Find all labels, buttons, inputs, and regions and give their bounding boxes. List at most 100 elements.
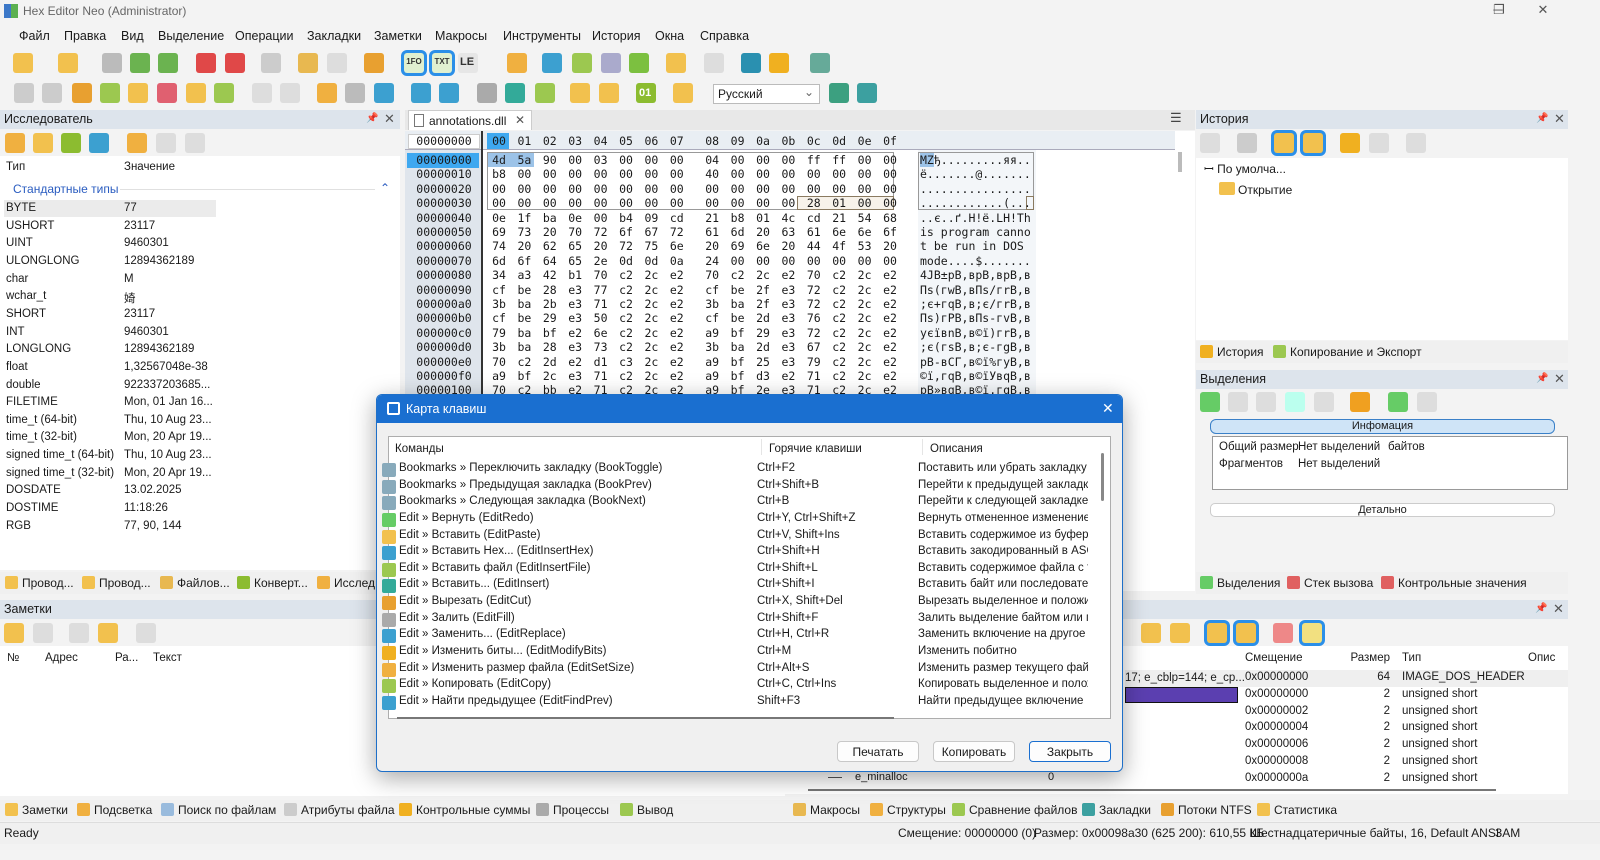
hex-byte[interactable]: 00 [855,254,875,268]
close-window-button[interactable]: ✕ [1528,2,1558,20]
hex-byte[interactable]: 0d [616,254,636,268]
shortcut-row[interactable]: Edit » Заменить... (EditReplace) Ctrl+H, … [382,628,1092,644]
hex-byte[interactable]: ba [514,340,534,354]
insert-icon[interactable] [186,83,206,103]
hex-byte[interactable]: 00 [591,196,611,210]
shortcut-row[interactable]: Edit » Вставить Hex... (EditInsertHex) Ct… [382,545,1092,561]
cut-disabled-icon[interactable] [252,83,272,103]
hex-byte[interactable]: 29 [753,326,773,340]
hex-byte[interactable]: 2c [855,268,875,282]
explorer-hex-icon[interactable] [89,133,109,153]
hex-byte[interactable]: 70 [565,225,585,239]
hex-byte[interactable]: 71 [591,369,611,383]
hex-byte[interactable]: c2 [616,326,636,340]
hex-byte[interactable]: e2 [778,268,798,282]
ascii-text[interactable]: MZђ.........яя.. [920,153,1031,167]
hex-byte[interactable]: 72 [591,225,611,239]
hex-byte[interactable]: 00 [855,182,875,196]
close-all-icon[interactable] [225,53,245,73]
bottom-left-tab[interactable]: Процессы [536,803,609,817]
hex-byte[interactable]: e2 [667,369,687,383]
sel-export-icon[interactable] [1417,392,1437,412]
hex-byte[interactable]: 00 [616,196,636,210]
hex-byte[interactable]: e2 [778,369,798,383]
ascii-text[interactable]: ё.......@....... [920,167,1031,181]
ascii-text[interactable]: mode....$....... [920,254,1031,268]
hex-byte[interactable]: ff [829,153,849,167]
bottom-left-tab[interactable]: Вывод [620,803,673,817]
hex-byte[interactable]: 6e [591,326,611,340]
hex-byte[interactable]: 00 [728,182,748,196]
hex-byte[interactable]: 00 [591,167,611,181]
hex-byte[interactable]: a9 [702,355,722,369]
plugin-icon[interactable] [629,53,649,73]
struct-2-icon[interactable] [1170,623,1190,643]
menu-11[interactable]: Справка [700,29,749,43]
selections-tab[interactable]: Контрольные значения [1381,576,1527,590]
hex-byte[interactable]: 2d [753,311,773,325]
hex-byte[interactable]: 3b [489,340,509,354]
hex-byte[interactable]: 72 [804,283,824,297]
hex-byte[interactable]: c2 [728,268,748,282]
detail-group[interactable]: Детально [1210,503,1555,517]
notes-col-address[interactable]: Адрес [45,652,78,664]
hex-byte[interactable]: 04 [702,153,722,167]
history-item[interactable]: Открытие [1238,183,1292,197]
hex-byte[interactable]: be [728,283,748,297]
hex-byte[interactable]: 00 [778,196,798,210]
hex-byte[interactable]: 70 [804,268,824,282]
hex-byte[interactable]: 20 [514,239,534,253]
hex-byte[interactable]: cf [702,311,722,325]
undo-icon[interactable] [14,83,34,103]
ascii-text[interactable]: t be run in DOS [920,239,1031,253]
col-hotkeys[interactable]: Горячие клавиши [769,443,862,455]
history-branch-icon[interactable] [1274,133,1294,153]
ascii-text[interactable]: 4ЈB±pВ,вpВ,вpВ,в [920,268,1031,282]
gear-icon[interactable] [345,83,365,103]
hex-byte[interactable]: 00 [728,254,748,268]
close-icon[interactable]: ✕ [384,111,395,127]
hex-byte[interactable]: 00 [667,167,687,181]
history-tab[interactable]: Копирование и Экспорт [1273,345,1422,359]
hex-byte[interactable]: 00 [753,153,773,167]
tools-icon[interactable] [810,53,830,73]
hex-byte[interactable]: 6e [855,225,875,239]
hex-byte[interactable]: 2d [753,340,773,354]
hex-byte[interactable]: e2 [880,326,900,340]
hex-byte[interactable]: 34 [489,268,509,282]
hex-byte[interactable]: c2 [616,268,636,282]
unlock-icon[interactable] [599,83,619,103]
shortcut-row[interactable]: Edit » Вырезать (EditCut) Ctrl+X, Shift+D… [382,595,1092,611]
hex-byte[interactable]: 00 [667,153,687,167]
bottom-right-tab[interactable]: Макросы [793,803,860,817]
explorer-tool-1-icon[interactable] [5,133,25,153]
shortcut-row[interactable]: Edit » Копировать (EditCopy) Ctrl+C, Ctrl… [382,678,1092,694]
hex-byte[interactable]: e2 [880,268,900,282]
hex-byte[interactable]: 6d [728,225,748,239]
hex-byte[interactable]: a9 [702,369,722,383]
hex-byte[interactable]: 6d [489,254,509,268]
insert-file-icon[interactable] [214,83,234,103]
hex-byte[interactable]: 0e [565,211,585,225]
hex-byte[interactable]: 00 [804,254,824,268]
explorer-tool-6-icon[interactable] [156,133,176,153]
hex-byte[interactable]: 2c [540,369,560,383]
hex-byte[interactable]: cd [804,211,824,225]
hex-byte[interactable]: c2 [616,283,636,297]
note-delete-icon[interactable] [136,623,156,643]
hex-byte[interactable]: 71 [804,369,824,383]
menu-4[interactable]: Операции [235,29,293,43]
hex-byte[interactable]: e2 [667,326,687,340]
hex-byte[interactable]: e2 [667,268,687,282]
tab-annotations-dll[interactable]: annotations.dll ✕ [408,110,532,130]
hex-byte[interactable]: 28 [804,196,824,210]
hex-byte[interactable]: 2c [855,297,875,311]
struct-6-icon[interactable] [1302,623,1322,643]
sel-range-icon[interactable] [1285,392,1305,412]
selections-tab[interactable]: Стек вызова [1287,576,1373,590]
save-icon[interactable] [102,53,122,73]
sel-hand-icon[interactable] [1350,392,1370,412]
hex-byte[interactable]: e2 [667,283,687,297]
hex-byte[interactable]: 61 [804,225,824,239]
hex-byte[interactable]: ba [728,297,748,311]
